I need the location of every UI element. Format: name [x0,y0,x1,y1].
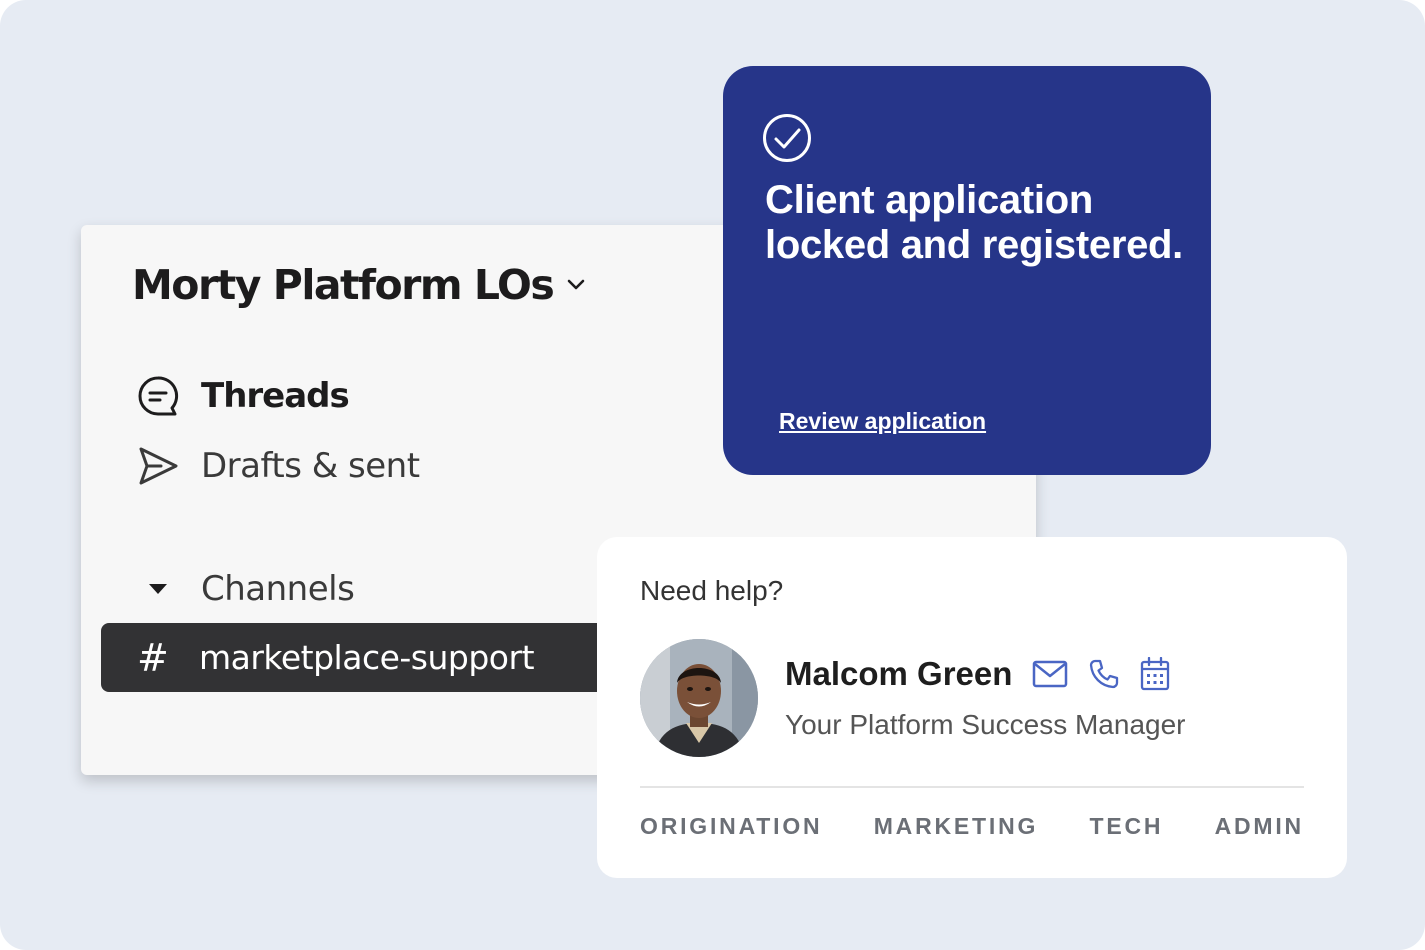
notification-message: Client application locked and registered… [765,178,1183,267]
hash-icon: # [137,635,169,680]
sidebar-item-label: Threads [201,376,350,416]
avatar [640,639,758,757]
help-tabs: ORIGINATION MARKETING TECH ADMIN [640,813,1304,840]
divider [640,786,1304,788]
channels-section-label: Channels [201,569,355,609]
phone-icon[interactable] [1088,658,1120,690]
tab-admin[interactable]: ADMIN [1215,813,1304,840]
channel-name: marketplace-support [199,638,535,677]
send-icon [137,445,179,487]
chevron-down-icon [567,279,585,291]
threads-icon [137,375,179,417]
workspace-name: Morty Platform LOs [132,261,555,309]
tab-origination[interactable]: ORIGINATION [640,813,822,840]
mail-icon[interactable] [1032,660,1068,688]
sidebar-item-drafts-sent[interactable]: Drafts & sent [137,445,420,487]
help-card: Need help? Malcom Green Your Platform Su… [597,537,1347,878]
calendar-icon[interactable] [1140,657,1170,691]
notification-card: Client application locked and registered… [723,66,1211,475]
canvas: Morty Platform LOs Threads Drafts & sent… [0,0,1425,950]
tab-tech[interactable]: TECH [1089,813,1163,840]
check-circle-icon [762,113,812,168]
contact-role: Your Platform Success Manager [785,709,1186,740]
review-application-link[interactable]: Review application [779,408,986,435]
sidebar-item-label: Drafts & sent [201,446,420,486]
help-heading: Need help? [640,575,784,606]
channels-section-toggle[interactable]: Channels [137,568,355,610]
caret-down-icon [137,568,179,610]
contact-name: Malcom Green [785,655,1013,692]
workspace-switcher[interactable]: Morty Platform LOs [132,261,585,309]
contact-actions [1032,657,1170,691]
tab-marketing[interactable]: MARKETING [874,813,1038,840]
sidebar-item-threads[interactable]: Threads [137,375,350,417]
